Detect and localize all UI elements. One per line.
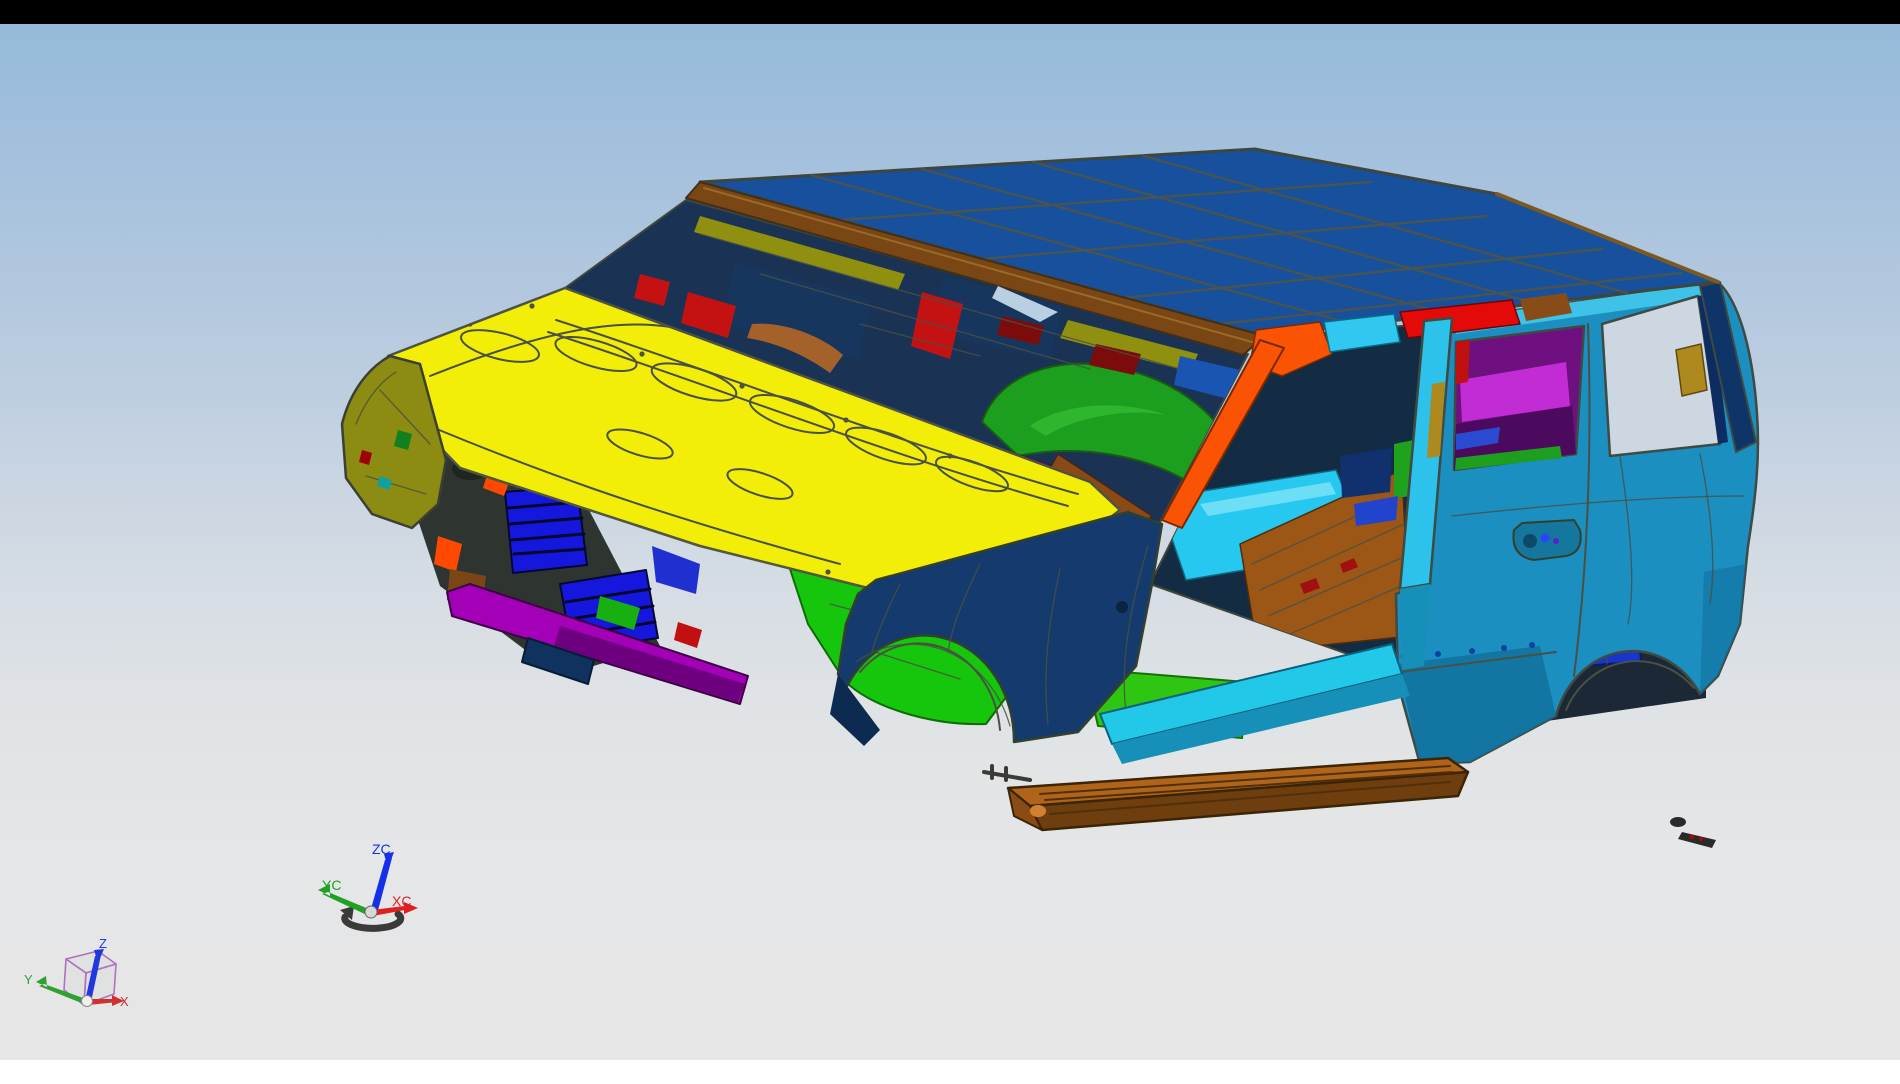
wcs-y-label: YC bbox=[322, 877, 341, 893]
wcs-x-label: XC bbox=[392, 893, 411, 909]
door-handle-recess[interactable] bbox=[1513, 520, 1580, 560]
wcs-origin-ball[interactable] bbox=[365, 906, 377, 918]
brass-bracket bbox=[1676, 344, 1707, 396]
fender-hole bbox=[1116, 601, 1128, 613]
interior-red-sliver bbox=[1456, 340, 1470, 384]
body-side-panel[interactable] bbox=[1396, 282, 1758, 764]
debris-red-dot bbox=[1690, 835, 1694, 839]
wcs-triad[interactable]: ZC YC XC bbox=[318, 841, 418, 928]
car-body-model[interactable] bbox=[342, 149, 1758, 830]
interior-navy-box bbox=[1340, 448, 1392, 498]
csys-x-label: X bbox=[120, 994, 129, 1009]
handle-glint bbox=[1553, 538, 1559, 544]
handle-glint bbox=[1541, 534, 1550, 543]
debris-bar[interactable] bbox=[1678, 832, 1716, 848]
csys-origin-ball[interactable] bbox=[82, 996, 93, 1007]
loose-parts[interactable] bbox=[1670, 817, 1716, 848]
wcs-z-axis[interactable] bbox=[370, 852, 394, 914]
step-rod bbox=[984, 766, 1030, 780]
rear-door-window bbox=[1454, 326, 1584, 470]
rocker-step[interactable] bbox=[984, 758, 1468, 830]
grille-side-blue bbox=[652, 546, 700, 594]
graphics-viewport[interactable]: ZC YC XC Z Y X bbox=[0, 24, 1900, 1060]
debris-small[interactable] bbox=[1670, 817, 1686, 827]
cad-canvas[interactable]: ZC YC XC Z Y X bbox=[0, 24, 1900, 1084]
csys-y-label: Y bbox=[24, 972, 33, 987]
csys-z-label: Z bbox=[99, 936, 107, 951]
front-red-part bbox=[674, 622, 702, 648]
step-corner-glint bbox=[1030, 805, 1046, 817]
window-title-bar bbox=[0, 0, 1900, 24]
wcs-z-label: ZC bbox=[372, 841, 391, 857]
datum-csys[interactable]: Z Y X bbox=[24, 936, 129, 1009]
debris-red-dot bbox=[1699, 837, 1703, 841]
handle-bezel bbox=[1523, 534, 1537, 548]
